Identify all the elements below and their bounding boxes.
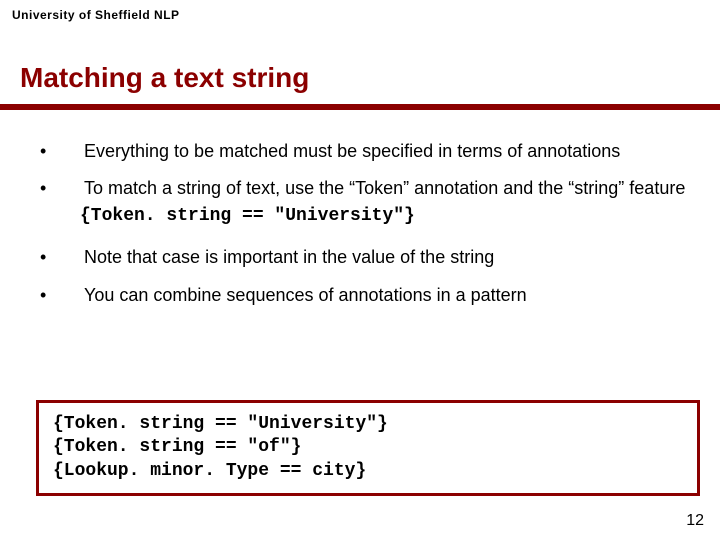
slide-title: Matching a text string [20,62,309,94]
code-block: {Token. string == "University"} {Token. … [36,400,700,496]
bullet-text: Everything to be matched must be specifi… [84,140,690,163]
bullet-item: • To match a string of text, use the “To… [40,177,690,200]
bullet-dot: • [40,177,84,200]
bullet-list: • Everything to be matched must be speci… [40,140,690,321]
header-label: University of Sheffield NLP [12,8,180,22]
bullet-item: • You can combine sequences of annotatio… [40,284,690,307]
inline-code: {Token. string == "University"} [80,205,690,228]
bullet-dot: • [40,246,84,269]
bullet-item: • Everything to be matched must be speci… [40,140,690,163]
bullet-text: Note that case is important in the value… [84,246,690,269]
bullet-text: You can combine sequences of annotations… [84,284,690,307]
page-number: 12 [686,512,704,530]
bullet-text: To match a string of text, use the “Toke… [84,177,690,200]
bullet-dot: • [40,140,84,163]
title-rule [0,104,720,110]
bullet-item: • Note that case is important in the val… [40,246,690,269]
bullet-dot: • [40,284,84,307]
